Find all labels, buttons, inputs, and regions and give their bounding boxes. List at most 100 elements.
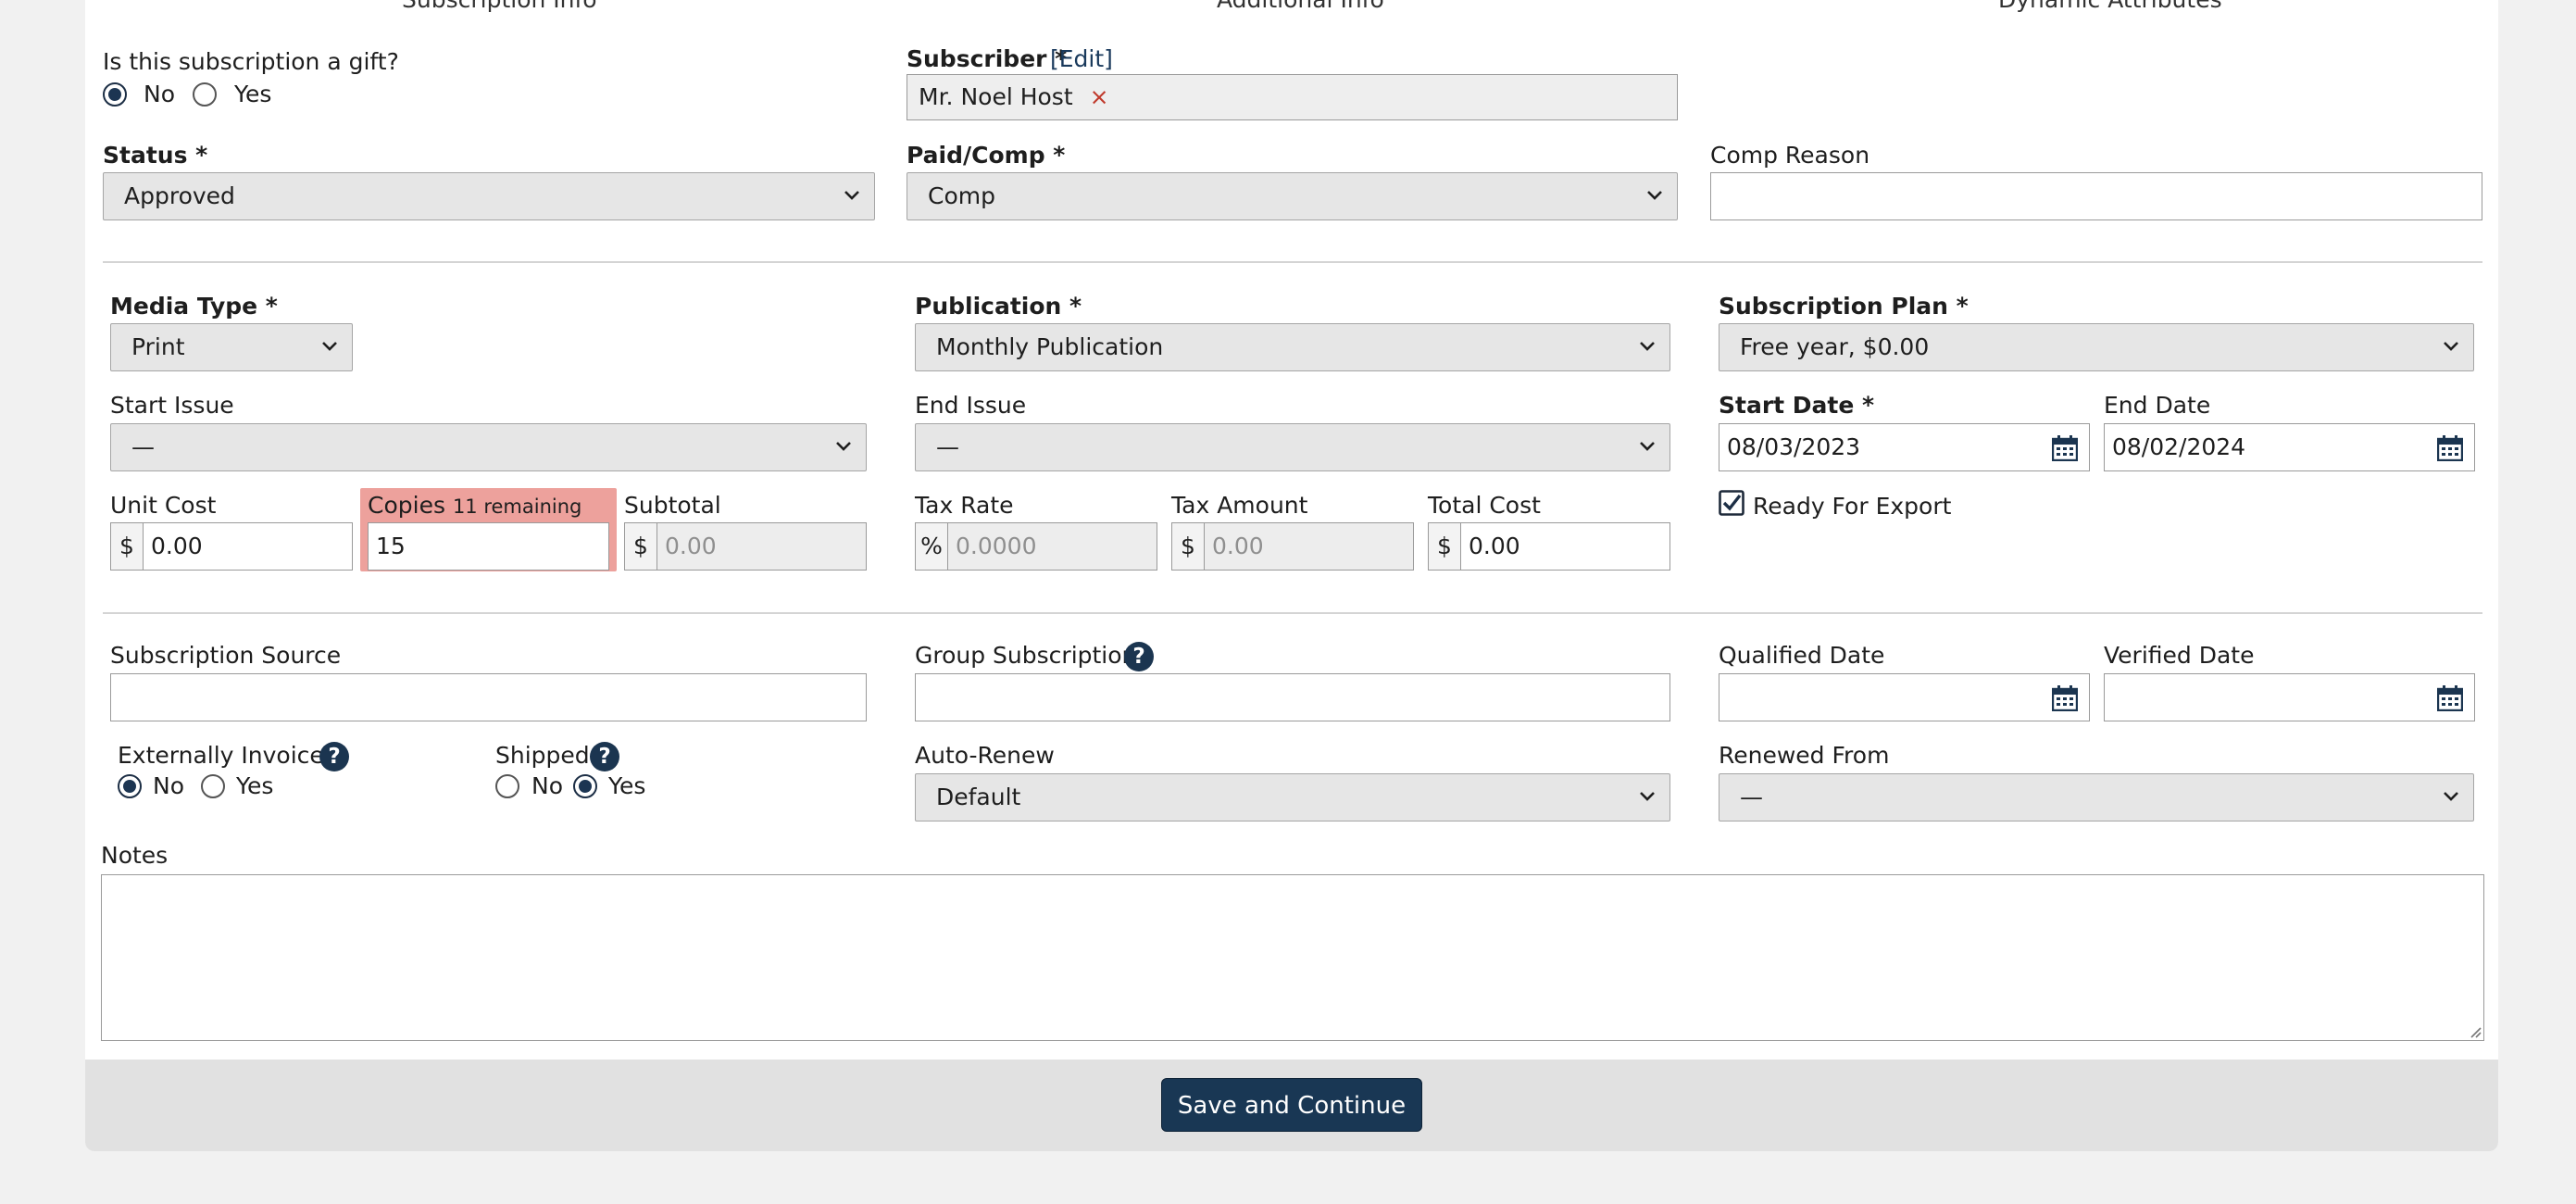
calendar-icon[interactable] — [2052, 435, 2078, 461]
tab-additional-info[interactable]: Additional Info — [1217, 0, 1384, 13]
copies-remaining: 11 remaining — [452, 495, 582, 518]
renewed-from-select[interactable]: — — [1719, 773, 2474, 821]
subscriber-value: Mr. Noel Host — [919, 83, 1073, 110]
calendar-icon[interactable] — [2437, 435, 2463, 461]
unit-cost-input[interactable]: 0.00 — [143, 522, 353, 571]
subscription-plan-select[interactable]: Free year, $0.00 — [1719, 323, 2474, 371]
gift-yes-radio[interactable] — [193, 82, 217, 107]
calendar-icon[interactable] — [2437, 685, 2463, 711]
externally-invoiced-yes-radio[interactable] — [201, 774, 225, 798]
subtotal-label: Subtotal — [624, 492, 721, 519]
chevron-down-icon — [1640, 342, 1655, 351]
externally-invoiced-label: Externally Invoiced — [118, 742, 339, 769]
end-date-label: End Date — [2104, 392, 2211, 419]
status-select[interactable]: Approved — [103, 172, 875, 220]
notes-label: Notes — [101, 842, 169, 869]
shipped-yes-label: Yes — [608, 772, 646, 799]
renewed-from-value: — — [1740, 784, 1763, 810]
subscription-plan-value: Free year, $0.00 — [1740, 333, 1930, 360]
subscriber-field[interactable]: Mr. Noel Host × — [907, 74, 1678, 120]
total-cost-prefix: $ — [1428, 522, 1461, 571]
paid-comp-value: Comp — [928, 182, 995, 209]
start-issue-select[interactable]: — — [110, 423, 867, 471]
unit-cost-value: 0.00 — [151, 533, 203, 559]
tab-dynamic-attributes[interactable]: Dynamic Attributes — [1998, 0, 2222, 13]
tax-amount-prefix: $ — [1171, 522, 1205, 571]
externally-invoiced-yes-label: Yes — [236, 772, 274, 799]
gift-yes-label: Yes — [234, 81, 272, 107]
end-date-input[interactable]: 08/02/2024 — [2104, 423, 2475, 471]
shipped-no-radio[interactable] — [495, 774, 519, 798]
start-date-input[interactable]: 08/03/2023 — [1719, 423, 2090, 471]
tax-amount-value: 0.00 — [1212, 533, 1264, 559]
end-issue-label: End Issue — [915, 392, 1027, 419]
subscription-source-input[interactable] — [110, 673, 867, 721]
subscription-form-card: Subscription Info Additional Info Dynami… — [85, 0, 2498, 1151]
media-type-value: Print — [131, 333, 185, 360]
end-issue-value: — — [936, 433, 959, 460]
publication-select[interactable]: Monthly Publication — [915, 323, 1670, 371]
chevron-down-icon — [1640, 442, 1655, 451]
unit-cost-label: Unit Cost — [110, 492, 217, 519]
qualified-date-label: Qualified Date — [1719, 642, 1885, 669]
tax-rate-value: 0.0000 — [956, 533, 1037, 559]
section-divider — [103, 261, 2482, 263]
gift-no-label: No — [144, 81, 175, 107]
comp-reason-input[interactable] — [1710, 172, 2482, 220]
start-date-label: Start Date * — [1719, 392, 1875, 419]
group-subscription-help-icon[interactable]: ? — [1124, 642, 1154, 671]
calendar-icon[interactable] — [2052, 685, 2078, 711]
chevron-down-icon — [1640, 792, 1655, 801]
form-footer: Save and Continue — [85, 1060, 2498, 1151]
subscription-plan-label: Subscription Plan * — [1719, 293, 1969, 320]
end-issue-select[interactable]: — — [915, 423, 1670, 471]
section-divider — [103, 612, 2482, 614]
chevron-down-icon — [2444, 342, 2458, 351]
save-and-continue-button[interactable]: Save and Continue — [1161, 1078, 1422, 1132]
tab-subscription-info[interactable]: Subscription Info — [402, 0, 597, 13]
tax-rate-prefix: % — [915, 522, 948, 571]
verified-date-label: Verified Date — [2104, 642, 2255, 669]
chevron-down-icon — [1647, 191, 1662, 200]
subscriber-label: Subscriber * — [907, 45, 1068, 72]
start-issue-value: — — [131, 433, 155, 460]
copies-label: Copies 11 remaining — [368, 492, 582, 519]
shipped-yes-radio[interactable] — [573, 774, 597, 798]
total-cost-label: Total Cost — [1428, 492, 1541, 519]
ready-for-export-checkbox[interactable] — [1719, 490, 1744, 516]
total-cost-input[interactable]: 0.00 — [1460, 522, 1670, 571]
group-subscription-label: Group Subscription — [915, 642, 1137, 669]
group-subscription-input[interactable] — [915, 673, 1670, 721]
auto-renew-select[interactable]: Default — [915, 773, 1670, 821]
shipped-help-icon[interactable]: ? — [590, 742, 619, 771]
start-issue-label: Start Issue — [110, 392, 234, 419]
verified-date-input[interactable] — [2104, 673, 2475, 721]
status-value: Approved — [124, 182, 235, 209]
paid-comp-label: Paid/Comp * — [907, 142, 1066, 169]
gift-question-label: Is this subscription a gift? — [103, 48, 399, 75]
copies-value: 15 — [376, 533, 406, 559]
gift-no-radio[interactable] — [103, 82, 127, 107]
remove-subscriber-icon[interactable]: × — [1090, 83, 1109, 110]
copies-input[interactable]: 15 — [368, 522, 609, 571]
end-date-value: 08/02/2024 — [2112, 433, 2246, 460]
media-type-select[interactable]: Print — [110, 323, 353, 371]
subscription-source-label: Subscription Source — [110, 642, 342, 669]
unit-cost-prefix: $ — [110, 522, 144, 571]
tax-amount-input: 0.00 — [1204, 522, 1414, 571]
tax-rate-label: Tax Rate — [915, 492, 1014, 519]
resize-handle-icon[interactable] — [2467, 1023, 2482, 1038]
comp-reason-label: Comp Reason — [1710, 142, 1870, 169]
publication-label: Publication * — [915, 293, 1082, 320]
media-type-label: Media Type * — [110, 293, 278, 320]
subscriber-edit-link[interactable]: [Edit] — [1050, 45, 1113, 73]
qualified-date-input[interactable] — [1719, 673, 2090, 721]
tax-rate-input: 0.0000 — [947, 522, 1157, 571]
externally-invoiced-no-radio[interactable] — [118, 774, 142, 798]
externally-invoiced-help-icon[interactable]: ? — [319, 742, 349, 771]
notes-textarea[interactable] — [101, 874, 2484, 1041]
tax-amount-label: Tax Amount — [1171, 492, 1308, 519]
subtotal-input: 0.00 — [657, 522, 867, 571]
shipped-label: Shipped — [495, 742, 590, 769]
paid-comp-select[interactable]: Comp — [907, 172, 1678, 220]
